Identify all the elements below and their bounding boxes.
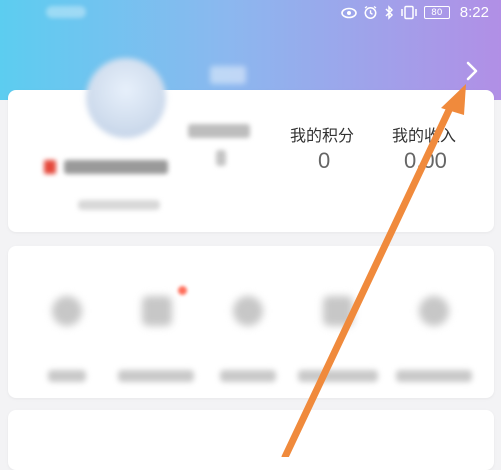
vip-text-blur [64,160,168,174]
income-label[interactable]: 我的收入 [392,122,456,146]
username-blur [210,66,246,84]
eye-icon [340,7,357,18]
battery-icon: 80 [423,6,450,19]
income-value[interactable]: 0.00 [404,148,447,174]
battery-level: 80 [431,8,443,18]
notification-badge [178,286,187,295]
vip-row[interactable] [44,160,168,174]
avatar[interactable] [86,58,166,138]
menu-item-5-icon [419,296,449,326]
bluetooth-icon [385,5,393,20]
alarm-icon [364,5,377,19]
menu-item-5-label-blur [396,370,472,382]
subtitle-blur [78,200,160,210]
stat-value-blurred-bar [216,150,226,166]
clock-time: 8:22 [459,4,489,21]
profile-header: 80 8:22 [0,0,501,100]
menu-item-4[interactable] [298,296,378,382]
menu-item-2-icon [142,296,172,326]
menu-item-3-label-blur [220,370,276,382]
menu-item-1-label-blur [48,370,86,382]
points-label[interactable]: 我的积分 [290,122,354,146]
menu-item-5[interactable] [396,296,472,382]
menu-item-2[interactable] [118,296,196,382]
points-value[interactable]: 0 [318,148,330,174]
chevron-right-icon[interactable] [460,58,484,84]
menu-item-1[interactable] [44,296,90,382]
menu-item-4-icon [323,296,353,326]
menu-item-1-icon [52,296,82,326]
menu-item-2-label-blur [118,370,194,382]
menu-item-3-icon [233,296,263,326]
vibrate-icon [401,5,417,20]
bottom-card [8,410,494,470]
menu-item-4-label-blur [298,370,378,382]
status-bar: 80 8:22 [0,0,501,28]
menu-item-3[interactable] [220,296,276,382]
carrier-blur [46,6,86,18]
stat-label-blurred-bar [188,124,250,138]
vip-icon [44,160,56,174]
